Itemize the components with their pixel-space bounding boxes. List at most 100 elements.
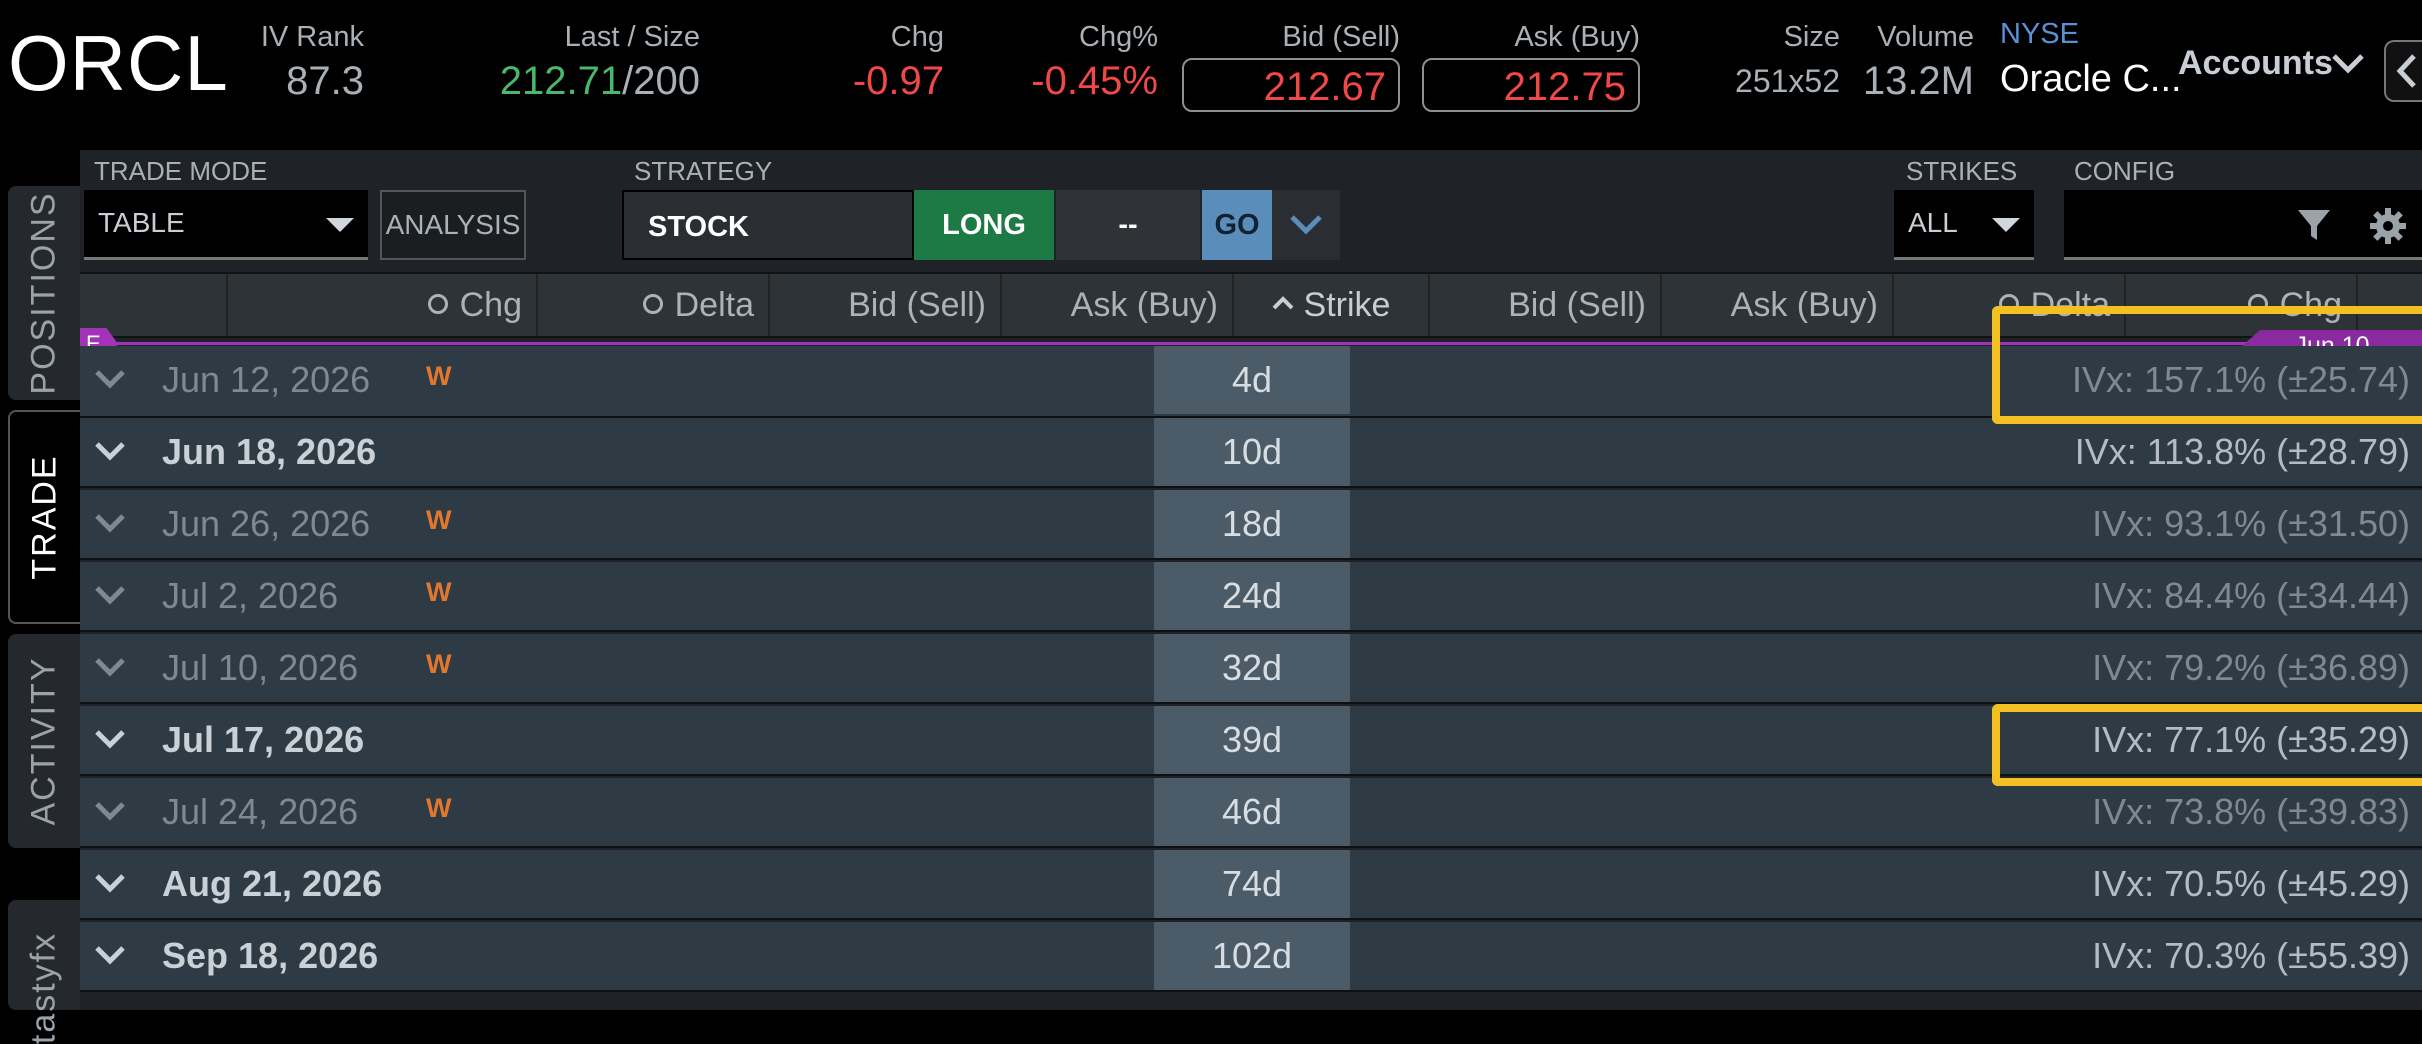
company-name: Oracle C... (2000, 58, 2182, 100)
change-percent: Chg% -0.45% (990, 18, 1158, 106)
strategy-quantity-button[interactable]: -- (1056, 190, 1200, 260)
col-spacer (80, 274, 228, 336)
strategy-menu-button[interactable] (1272, 190, 1340, 260)
last-size: Last / Size 212.71/200 (440, 18, 700, 106)
size: Size 251x52 (1700, 18, 1840, 106)
expiration-date: Jun 26, 2026 (162, 503, 371, 544)
ivx-value: IVx: 70.3% (±55.39) (2092, 935, 2410, 976)
expiration-row[interactable]: Jul 2, 2026 W 24d IVx: 84.4% (±34.44) (80, 562, 2422, 632)
last-price: 212.71 (499, 59, 623, 103)
bid-price-button[interactable]: 212.67 (1182, 58, 1400, 112)
config-input[interactable] (2064, 190, 2422, 260)
chevron-down-icon (1290, 215, 1322, 235)
tab-tastyfx[interactable]: tastyfx (8, 900, 80, 1044)
chevron-down-icon[interactable] (94, 654, 126, 680)
change-value: -0.97 (852, 59, 944, 103)
col-call-delta[interactable]: Delta (538, 274, 770, 336)
chevron-down-icon[interactable] (94, 366, 126, 392)
strategy-stock-button[interactable]: STOCK (622, 190, 914, 260)
last-size: /200 (622, 59, 700, 103)
chevron-down-icon[interactable] (94, 726, 126, 752)
exchange: NYSE (2000, 18, 2079, 50)
circle-icon (427, 294, 448, 315)
days-to-expiration: 10d (1154, 418, 1350, 486)
filter-icon[interactable] (2296, 206, 2332, 246)
col-call-bid[interactable]: Bid (Sell) (770, 274, 1002, 336)
trade-mode-value: TABLE (98, 207, 185, 238)
ivx-value: IVx: 73.8% (±39.83) (2092, 791, 2410, 832)
expiration-date: Jun 12, 2026 (162, 359, 371, 400)
bid-quote: Bid (Sell) 212.67 (1182, 18, 1400, 112)
chevron-down-icon[interactable] (94, 942, 126, 968)
weekly-badge: W (426, 577, 452, 607)
trade-mode-label: TRADE MODE (94, 156, 268, 186)
col-call-chg[interactable]: Chg (228, 274, 538, 336)
expiration-row[interactable]: Sep 18, 2026 102d IVx: 70.3% (±55.39) (80, 922, 2422, 992)
chevron-down-icon[interactable] (94, 438, 126, 464)
chevron-down-icon[interactable] (94, 582, 126, 608)
ivx-value: IVx: 93.1% (±31.50) (2092, 503, 2410, 544)
strategy-label: STRATEGY (634, 156, 773, 186)
days-to-expiration: 24d (1154, 562, 1350, 630)
chevron-down-icon[interactable] (94, 798, 126, 824)
gear-icon[interactable] (2368, 206, 2408, 246)
col-call-ask[interactable]: Ask (Buy) (1002, 274, 1234, 336)
ivx-value: IVx: 113.8% (±28.79) (2074, 431, 2410, 472)
accounts-menu[interactable]: Accounts (2178, 44, 2333, 83)
ivx-value: IVx: 70.5% (±45.29) (2092, 863, 2410, 904)
weekly-badge: W (426, 505, 452, 535)
days-to-expiration: 46d (1154, 778, 1350, 846)
collapse-panel-tab[interactable] (2384, 40, 2422, 102)
chevron-down-icon[interactable] (2330, 48, 2366, 78)
symbol[interactable]: ORCL (8, 18, 229, 109)
days-to-expiration: 39d (1154, 706, 1350, 774)
ask-quote: Ask (Buy) 212.75 (1422, 18, 1640, 112)
last-size-label: Last / Size (564, 21, 700, 53)
strikes-dropdown[interactable]: ALL (1894, 190, 2034, 260)
col-put-ask[interactable]: Ask (Buy) (1662, 274, 1894, 336)
change-percent-value: -0.45% (1031, 59, 1158, 103)
days-to-expiration: 74d (1154, 850, 1350, 918)
ivx-value: IVx: 84.4% (±34.44) (2092, 575, 2410, 616)
expiration-date: Jul 17, 2026 (162, 719, 365, 760)
tab-activity-label: ACTIVITY (24, 656, 63, 826)
tab-trade-label: TRADE (25, 454, 64, 580)
col-put-bid[interactable]: Bid (Sell) (1430, 274, 1662, 336)
days-to-expiration: 4d (1154, 346, 1350, 414)
expiration-row[interactable]: Jul 10, 2026 W 32d IVx: 79.2% (±36.89) (80, 634, 2422, 704)
highlight-box (1992, 306, 2422, 424)
tab-tastyfx-label: tastyfx (24, 931, 63, 1044)
expiration-date: Sep 18, 2026 (162, 935, 379, 976)
circle-icon (642, 294, 663, 315)
config-label: CONFIG (2074, 156, 2176, 186)
expiration-row[interactable]: Jun 26, 2026 W 18d IVx: 93.1% (±31.50) (80, 490, 2422, 560)
col-strike[interactable]: Strike (1234, 274, 1430, 336)
change-label: Chg (890, 21, 944, 53)
analysis-button[interactable]: ANALYSIS (380, 190, 526, 260)
chevron-down-icon[interactable] (94, 510, 126, 536)
days-to-expiration: 102d (1154, 922, 1350, 990)
ask-price-button[interactable]: 212.75 (1422, 58, 1640, 112)
tab-positions[interactable]: POSITIONS (8, 186, 80, 400)
expiration-date: Jul 10, 2026 (162, 647, 359, 688)
tab-activity[interactable]: ACTIVITY (8, 634, 80, 848)
days-to-expiration: 32d (1154, 634, 1350, 702)
expiration-row[interactable]: Jul 24, 2026 W 46d IVx: 73.8% (±39.83) (80, 778, 2422, 848)
caret-down-icon (1992, 218, 2020, 232)
expiration-date: Jun 18, 2026 (162, 431, 377, 472)
ask-label: Ask (Buy) (1514, 21, 1640, 53)
chevron-left-icon (2396, 54, 2416, 88)
tab-trade[interactable]: TRADE (8, 410, 80, 624)
iv-rank-label: IV Rank (260, 21, 364, 53)
chevron-down-icon[interactable] (94, 870, 126, 896)
sort-up-icon (1272, 296, 1293, 310)
weekly-badge: W (426, 793, 452, 823)
days-to-expiration: 18d (1154, 490, 1350, 558)
weekly-badge: W (426, 361, 452, 391)
strategy-long-button[interactable]: LONG (914, 190, 1054, 260)
expiration-row[interactable]: Aug 21, 2026 74d IVx: 70.5% (±45.29) (80, 850, 2422, 920)
iv-rank-value: 87.3 (286, 59, 364, 103)
go-button[interactable]: GO (1202, 190, 1272, 260)
trade-mode-dropdown[interactable]: TABLE (84, 190, 368, 260)
expiration-row[interactable]: Jun 18, 2026 10d IVx: 113.8% (±28.79) (80, 418, 2422, 488)
